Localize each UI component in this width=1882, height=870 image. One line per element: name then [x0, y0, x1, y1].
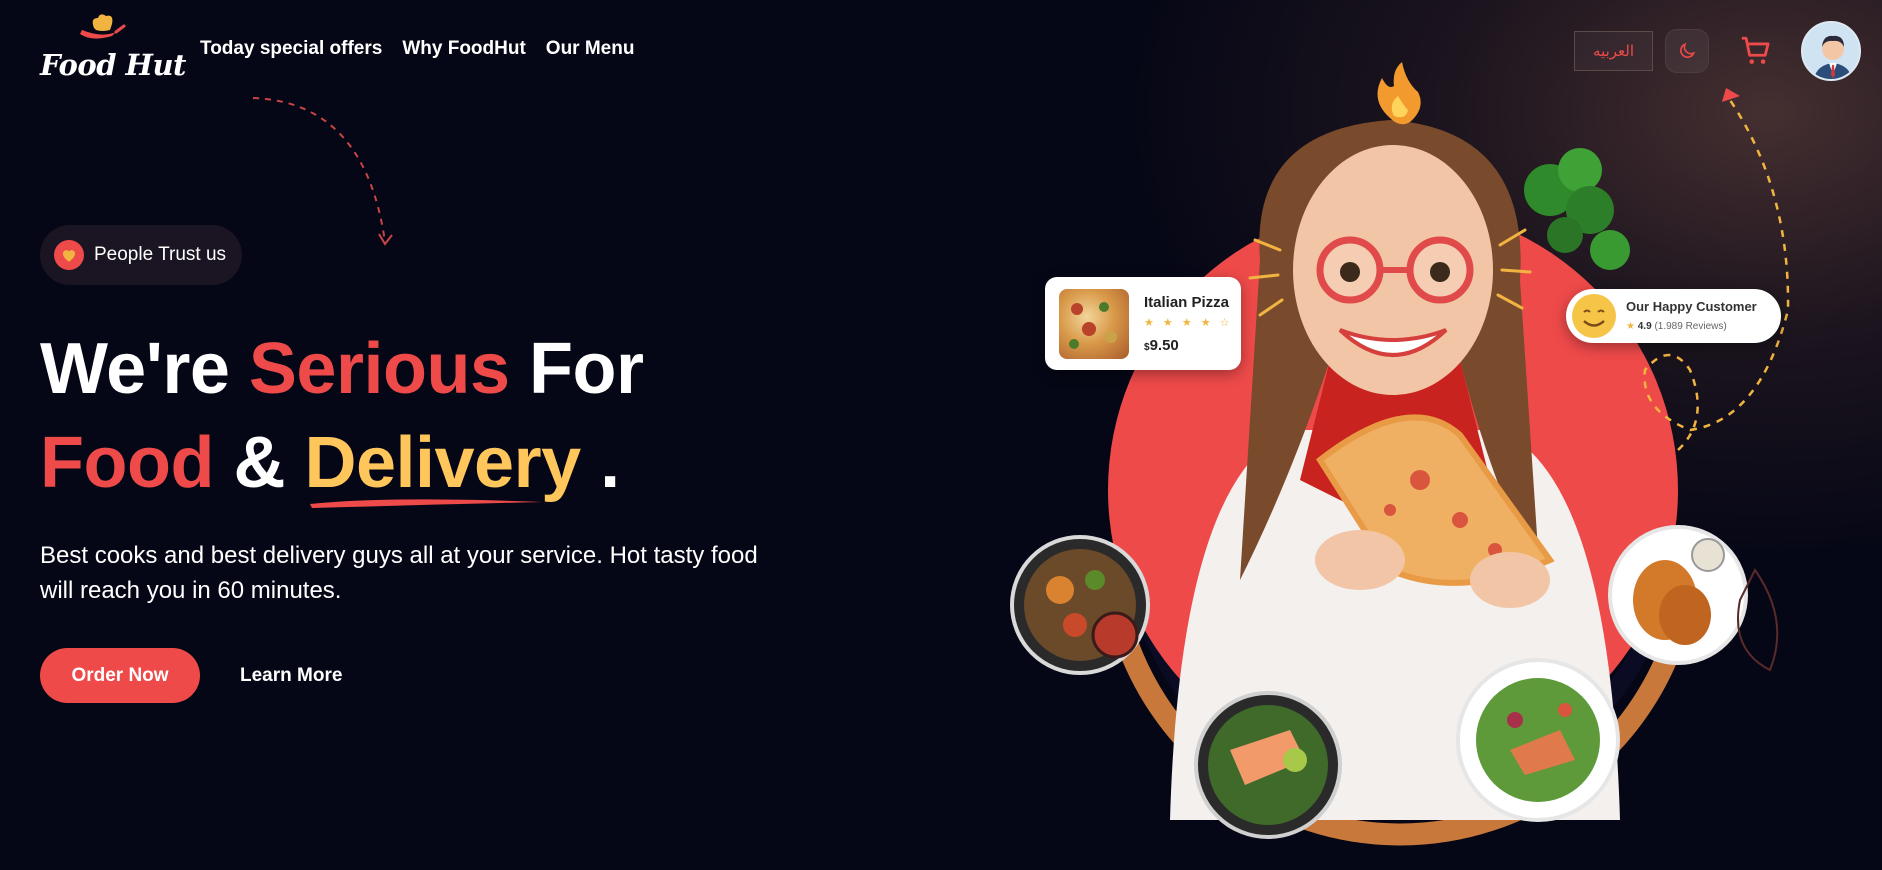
learn-more-button[interactable]: Learn More [240, 648, 342, 703]
hero-illustration [1010, 62, 1790, 846]
nav-link-special-offers[interactable]: Today special offers [200, 38, 382, 60]
customer-rating: ★ 4.9 (1.989 Reviews) [1626, 321, 1727, 332]
hero-headline: We're Serious For Food & Delivery . [40, 322, 644, 510]
arrow-head-icon [1722, 88, 1740, 102]
italian-pizza-card[interactable]: Italian Pizza ★ ★ ★ ★ ☆ $9.50 [1045, 277, 1241, 370]
smiley-icon [1572, 294, 1616, 338]
customer-rating-value: 4.9 [1637, 321, 1652, 332]
customer-review-count: (1.989 Reviews) [1654, 321, 1727, 332]
headline-word-serious: Serious [248, 329, 510, 409]
moon-icon [1680, 42, 1696, 58]
user-avatar[interactable] [1801, 21, 1861, 81]
brush-underline-decoration [310, 499, 543, 508]
hero-subtext: Best cooks and best delivery guys all at… [40, 542, 758, 604]
headline-delivery-wrap: Delivery [304, 416, 581, 510]
chef-hat-icon [80, 14, 126, 39]
heart-icon [54, 240, 84, 270]
plate-salmon-salad [1456, 658, 1620, 822]
nav-link-our-menu[interactable]: Our Menu [546, 38, 635, 60]
dashed-arrow-decoration [252, 97, 393, 246]
pizza-name: Italian Pizza [1144, 294, 1230, 311]
user-avatar-icon [1803, 23, 1859, 79]
headline-word-were: We're [40, 329, 230, 409]
headline-ampersand: & [233, 423, 285, 503]
star-icon: ★ [1626, 321, 1635, 332]
plate-grain-salad [1010, 535, 1150, 675]
happy-customer-card: Our Happy Customer ★ 4.9 (1.989 Reviews) [1566, 289, 1781, 343]
dashed-curve-arrow [1643, 99, 1790, 451]
nav-link-why-foodhut[interactable]: Why FoodHut [402, 38, 525, 60]
trust-badge-label: People Trust us [94, 244, 227, 265]
main-nav: Today special offers Why FoodHut Our Men… [200, 38, 634, 60]
plate-grilled-chicken [1608, 525, 1748, 665]
logo-text: Food Hut [40, 48, 186, 82]
pizza-rating-stars: ★ ★ ★ ★ ☆ [1144, 317, 1233, 329]
pizza-thumbnail [1059, 289, 1129, 359]
people-trust-badge: People Trust us [40, 225, 243, 285]
headline-period: . [600, 423, 620, 503]
pizza-price: $9.50 [1144, 337, 1179, 354]
pizza-price-value: 9.50 [1149, 337, 1179, 354]
foodhut-logo[interactable]: Food Hut [38, 12, 186, 92]
plate-salmon-greens [1194, 691, 1342, 839]
order-now-button[interactable]: Order Now [40, 648, 200, 703]
headline-word-for: For [529, 329, 644, 409]
headline-word-delivery: Delivery [304, 423, 581, 503]
customer-card-title: Our Happy Customer [1626, 299, 1757, 314]
headline-word-food: Food [40, 423, 214, 503]
